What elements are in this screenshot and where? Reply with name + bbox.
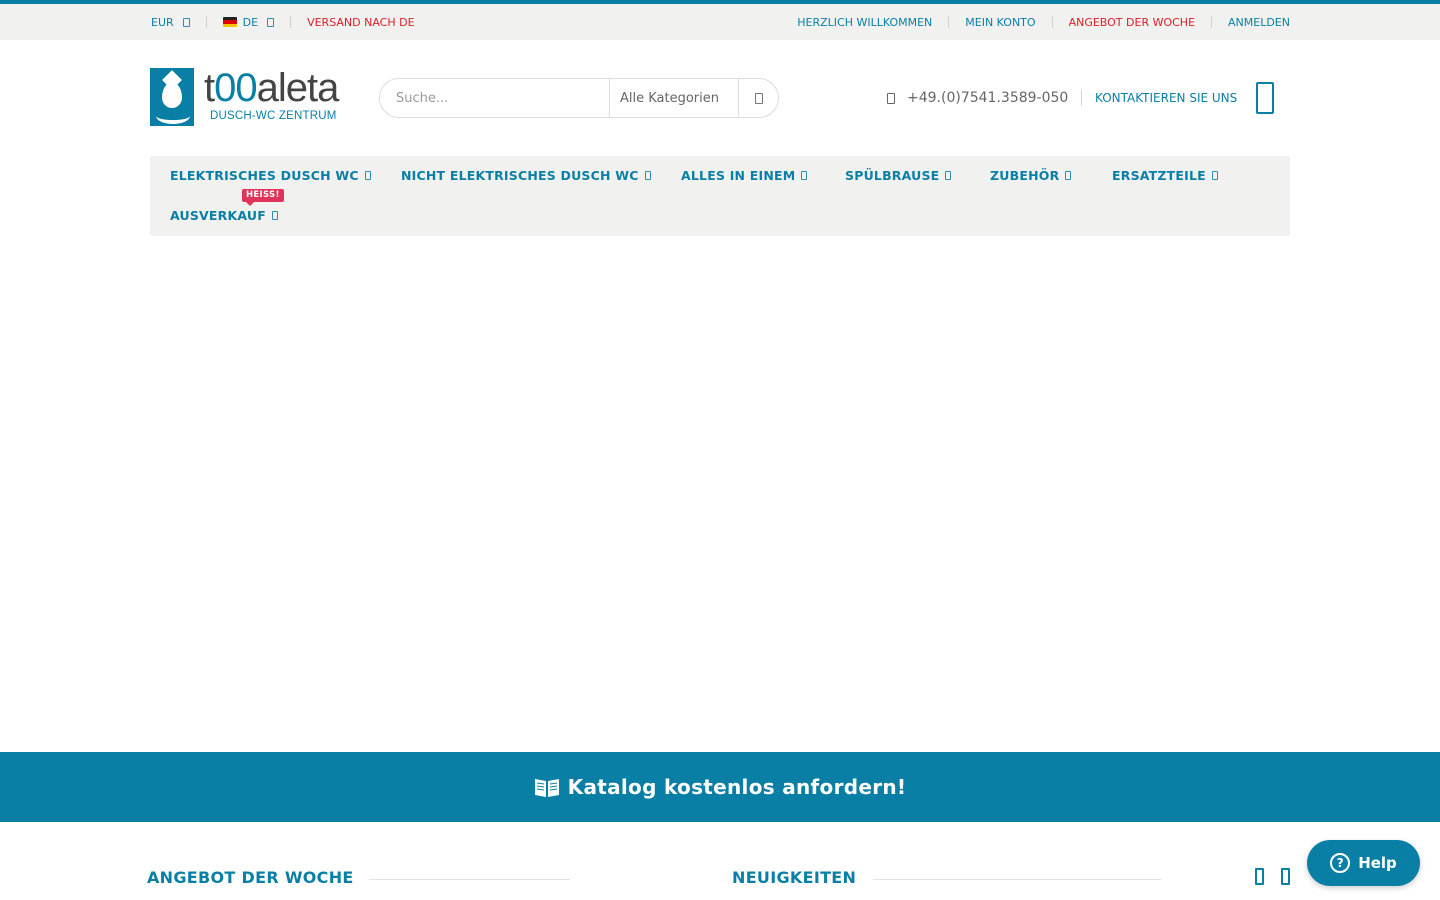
search-button[interactable] bbox=[739, 79, 778, 117]
top-utility-bar: EUR DE VERSAND NACH DE HERZLICH WILLKOMM… bbox=[0, 4, 1440, 40]
search-bar: Alle Kategorien bbox=[379, 78, 779, 118]
chevron-down-icon bbox=[271, 210, 278, 220]
deal-of-week-heading: ANGEBOT DER WOCHE bbox=[147, 868, 354, 887]
language-label: DE bbox=[242, 15, 259, 29]
chevron-down-icon bbox=[801, 170, 808, 180]
shipping-label: VERSAND NACH DE bbox=[307, 15, 415, 29]
logo-tagline: DUSCH-WC ZENTRUM bbox=[210, 110, 337, 122]
search-icon bbox=[754, 92, 763, 104]
chevron-down-icon bbox=[1211, 170, 1218, 180]
german-flag-icon bbox=[222, 17, 237, 27]
menu-item-ausverkauf[interactable]: AUSVERKAUF bbox=[170, 205, 278, 225]
search-input[interactable] bbox=[380, 79, 609, 117]
chevron-down-icon bbox=[644, 170, 651, 180]
phone-number: +49.(0)7541.3589-050 bbox=[887, 88, 1068, 108]
chevron-down-icon bbox=[945, 170, 952, 180]
catalog-banner-text: Katalog kostenlos anfordern! bbox=[567, 775, 907, 799]
category-select[interactable]: Alle Kategorien bbox=[609, 79, 739, 117]
divider bbox=[205, 16, 207, 28]
help-question-icon: ? bbox=[1330, 853, 1351, 873]
menu-item-nicht-elektrisches-dusch-wc[interactable]: NICHT ELEKTRISCHES DUSCH WC bbox=[401, 165, 651, 185]
contact-us-link[interactable]: KONTAKTIEREN SIE UNS bbox=[1095, 88, 1237, 108]
hot-badge: HEISS! bbox=[242, 189, 284, 206]
chevron-down-icon bbox=[267, 17, 275, 27]
divider bbox=[873, 879, 1161, 880]
welcome-link[interactable]: HERZLICH WILLKOMMEN bbox=[797, 16, 932, 29]
currency-selector[interactable]: EUR bbox=[151, 16, 190, 29]
menu-item-label: ERSATZTEILE bbox=[1112, 167, 1206, 183]
menu-item-zubehoer[interactable]: ZUBEHÖR bbox=[990, 165, 1072, 185]
menu-item-label: NICHT ELEKTRISCHES DUSCH WC bbox=[401, 167, 639, 183]
welcome-label: HERZLICH WILLKOMMEN bbox=[797, 15, 933, 29]
menu-item-elektrisches-dusch-wc[interactable]: ELEKTRISCHES DUSCH WC bbox=[170, 165, 371, 185]
chevron-down-icon bbox=[182, 17, 190, 27]
chevron-down-icon bbox=[364, 170, 371, 180]
my-account-link[interactable]: MEIN KONTO bbox=[965, 16, 1035, 29]
login-label: ANMELDEN bbox=[1228, 15, 1290, 29]
shipping-country-link[interactable]: VERSAND NACH DE bbox=[307, 16, 414, 29]
divider bbox=[1081, 90, 1082, 106]
book-icon bbox=[534, 779, 559, 797]
menu-item-ersatzteile[interactable]: ERSATZTEILE bbox=[1112, 165, 1218, 185]
menu-item-label: SPÜLBRAUSE bbox=[845, 167, 940, 183]
phone-label: +49.(0)7541.3589-050 bbox=[907, 90, 1069, 106]
next-arrow-icon[interactable] bbox=[1281, 868, 1290, 885]
divider bbox=[948, 16, 950, 28]
menu-item-spuelbrause[interactable]: SPÜLBRAUSE bbox=[845, 165, 952, 185]
divider bbox=[369, 879, 570, 880]
help-widget-button[interactable]: ? Help bbox=[1307, 840, 1420, 886]
menu-item-label: ELEKTRISCHES DUSCH WC bbox=[170, 167, 359, 183]
help-label: Help bbox=[1358, 854, 1397, 872]
water-drop-logo-icon bbox=[150, 68, 194, 126]
menu-item-label: AUSVERKAUF bbox=[170, 207, 266, 223]
language-selector[interactable]: DE bbox=[222, 15, 275, 29]
site-logo[interactable]: t00aleta DUSCH-WC ZENTRUM bbox=[150, 68, 365, 128]
login-link[interactable]: ANMELDEN bbox=[1228, 16, 1290, 29]
divider bbox=[1211, 16, 1213, 28]
news-heading: NEUIGKEITEN bbox=[732, 868, 857, 887]
my-account-label: MEIN KONTO bbox=[965, 15, 1036, 29]
catalog-request-banner[interactable]: Katalog kostenlos anfordern! bbox=[0, 752, 1440, 822]
divider bbox=[1051, 16, 1053, 28]
currency-label: EUR bbox=[151, 15, 174, 29]
menu-item-label: ZUBEHÖR bbox=[990, 167, 1060, 183]
divider bbox=[290, 16, 292, 28]
deal-of-week-link[interactable]: ANGEBOT DER WOCHE bbox=[1069, 16, 1195, 29]
chevron-down-icon bbox=[1065, 170, 1072, 180]
prev-arrow-icon[interactable] bbox=[1255, 868, 1264, 885]
cart-icon[interactable] bbox=[1256, 82, 1274, 114]
logo-wordmark: t00aleta bbox=[204, 66, 339, 110]
phone-icon bbox=[887, 92, 895, 104]
deal-of-week-label: ANGEBOT DER WOCHE bbox=[1068, 15, 1196, 29]
menu-item-alles-in-einem[interactable]: ALLES IN EINEM bbox=[681, 165, 808, 185]
menu-item-label: ALLES IN EINEM bbox=[681, 167, 796, 183]
